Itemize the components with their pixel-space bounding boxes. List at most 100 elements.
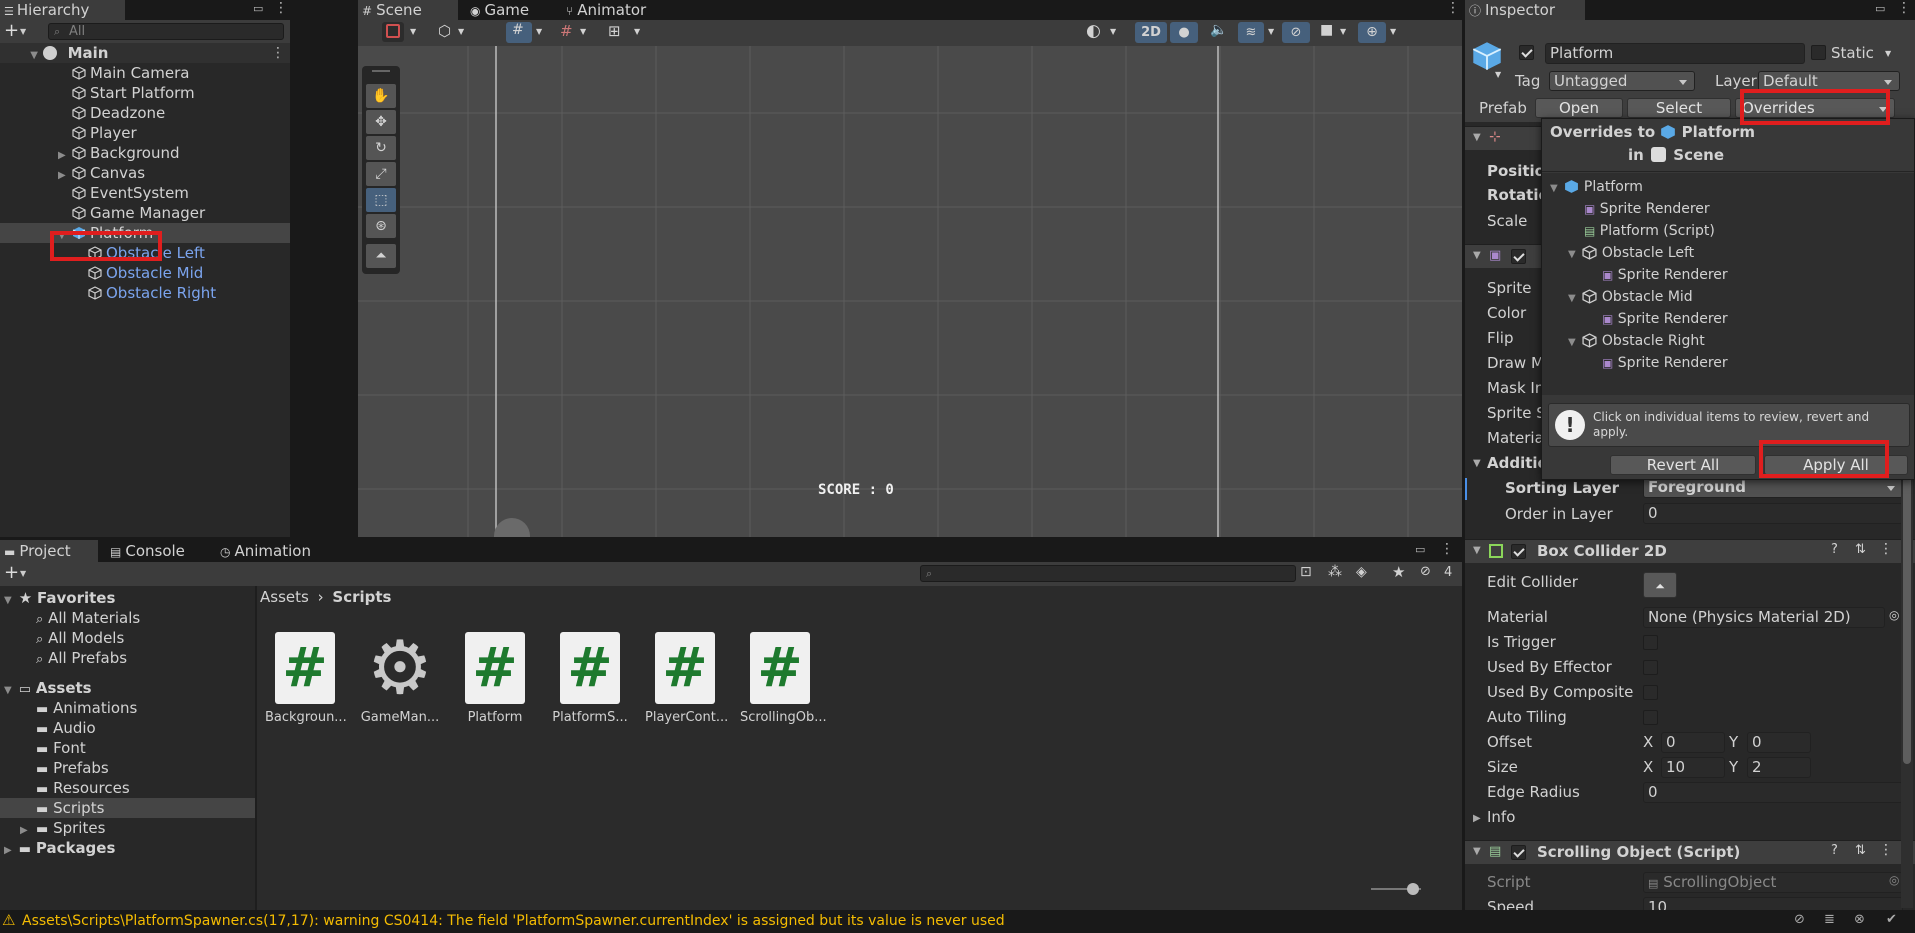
audio-toggle-icon[interactable]: 🔈 [1210, 22, 1227, 38]
chevron-down-icon[interactable]: ▼ [1495, 70, 1501, 79]
active-checkbox[interactable] [1519, 45, 1534, 60]
chevron-down-icon[interactable]: ▼ [410, 27, 416, 36]
debug-icon[interactable]: ⊘ [1794, 912, 1805, 927]
scene-menu-icon[interactable]: ⋮ [271, 43, 285, 63]
tab-animator[interactable]: ⑂ Animator [562, 0, 672, 20]
increment-snap-icon[interactable]: ⊞ [608, 22, 621, 40]
static-checkbox[interactable] [1811, 45, 1826, 60]
hierarchy-lock-icon[interactable]: ▭ [253, 2, 263, 15]
override-item[interactable]: ▼ Obstacle Left [1542, 243, 1914, 263]
collapse-arrow-icon[interactable]: ▼ [1473, 846, 1481, 857]
packages-header[interactable]: ▶ ▬ Packages [0, 838, 255, 858]
inspector-menu-icon[interactable]: ⋮ [1897, 0, 1911, 16]
component-menu-icon[interactable]: ⋮ [1879, 541, 1893, 557]
override-item[interactable]: ▣ Sprite Renderer [1542, 265, 1914, 285]
used-by-composite-checkbox[interactable] [1643, 685, 1658, 700]
hidden-packages-icon[interactable]: ⊘ [1420, 564, 1431, 579]
tab-animation[interactable]: ◷ Animation [216, 540, 326, 560]
check-icon[interactable]: ✔ [1886, 912, 1897, 927]
2d-toggle-button[interactable]: 2D [1135, 22, 1167, 43]
tab-project[interactable]: ▬ Project [0, 540, 98, 562]
hierarchy-item[interactable]: Obstacle Mid [0, 263, 290, 283]
box-collider-enabled-checkbox[interactable] [1511, 544, 1526, 559]
hand-tool-button[interactable]: ✋ [366, 84, 396, 108]
project-menu-icon[interactable]: ⋮ [1440, 541, 1454, 557]
move-tool-button[interactable]: ✥ [366, 110, 396, 134]
favorites-header[interactable]: ▼ ★ Favorites [0, 588, 255, 608]
hierarchy-item[interactable]: Main Camera [0, 63, 290, 83]
scene-menu-icon[interactable]: ⋮ [1446, 0, 1460, 16]
create-plus-icon[interactable]: + [4, 562, 19, 584]
tab-inspector[interactable]: ⓘ Inspector [1465, 0, 1585, 20]
favorites-item[interactable]: ⌕ All Prefabs [0, 648, 255, 668]
component-menu-icon[interactable]: ⋮ [1879, 842, 1893, 858]
collapse-arrow-icon[interactable]: ▼ [1473, 545, 1481, 556]
folder-item[interactable]: ▬ Animations [0, 698, 255, 718]
edge-radius-field[interactable]: 0 [1643, 782, 1903, 803]
scrolling-object-enabled-checkbox[interactable] [1511, 845, 1526, 860]
hierarchy-scene-row[interactable]: ▼ Main ⋮ [0, 43, 290, 63]
tab-game[interactable]: ◉ Game [466, 0, 546, 20]
assets-header[interactable]: ▼ ▭ Assets [0, 678, 255, 698]
edit-collider-button[interactable]: ⏶ [1643, 572, 1677, 598]
project-file[interactable]: # Backgroun... [265, 632, 347, 725]
size-x-field[interactable]: 10 [1661, 757, 1725, 778]
lighting-toggle-button[interactable]: ● [1170, 22, 1198, 43]
speed-field[interactable]: 10 [1643, 897, 1903, 910]
scene-viewport[interactable]: SCORE : 0 [358, 46, 1462, 537]
override-item[interactable]: ▼ Obstacle Right [1542, 331, 1914, 351]
collapse-arrow-icon[interactable]: ▼ [1473, 250, 1481, 261]
project-file[interactable]: # ScrollingOb... [740, 632, 827, 725]
hierarchy-item[interactable]: ▶ Background [0, 143, 290, 163]
hierarchy-item[interactable]: Obstacle Right [0, 283, 290, 303]
chevron-down-icon[interactable]: ▼ [1390, 27, 1396, 36]
project-search-input[interactable]: ⌕ [920, 565, 1296, 582]
chevron-down-icon[interactable]: ▼ [1110, 27, 1116, 36]
rotate-tool-button[interactable]: ↻ [366, 136, 396, 160]
object-picker-icon[interactable]: ◎ [1889, 873, 1899, 887]
expand-arrow-icon[interactable]: ▶ [1473, 813, 1481, 824]
preset-icon[interactable]: ⇅ [1855, 542, 1866, 557]
render-mode-icon[interactable]: ⬡ [438, 22, 451, 40]
search-by-type-icon[interactable]: ⊡ [1300, 564, 1312, 580]
transform-tool-button[interactable]: ⊛ [366, 214, 396, 238]
folder-item[interactable]: ▶ ▬ Sprites [0, 818, 255, 838]
filter-by-label-icon[interactable]: ◈ [1356, 564, 1367, 580]
project-lock-icon[interactable]: ▭ [1415, 543, 1425, 556]
hierarchy-item[interactable]: ▶ Canvas [0, 163, 290, 183]
prefab-select-button[interactable]: Select [1627, 98, 1731, 118]
camera-icon[interactable]: ■ [1320, 22, 1333, 38]
draw-mode-button[interactable] [382, 22, 404, 42]
favorite-star-icon[interactable]: ★ [1392, 563, 1405, 581]
shading-icon[interactable]: ◐ [1086, 21, 1101, 41]
prefab-open-button[interactable]: Open [1535, 98, 1623, 118]
override-item[interactable]: ▤ Platform (Script) [1542, 221, 1914, 241]
project-file[interactable]: # PlatformS... [550, 632, 630, 725]
chevron-down-icon[interactable]: ▼ [536, 27, 542, 36]
physics-material-field[interactable]: None (Physics Material 2D) [1643, 607, 1885, 628]
info-foldout[interactable]: Info [1487, 808, 1515, 826]
effects-toggle-button[interactable]: ≋ [1238, 22, 1264, 43]
scrolling-object-header[interactable]: ▼ ▤ Scrolling Object (Script) ? ⇅ ⋮ [1465, 840, 1915, 864]
hierarchy-item[interactable]: EventSystem [0, 183, 290, 203]
create-plus-icon[interactable]: + [4, 20, 19, 42]
chevron-down-icon[interactable]: ▼ [1885, 49, 1891, 58]
hierarchy-item[interactable]: Start Platform [0, 83, 290, 103]
collapse-arrow-icon[interactable]: ▼ [1473, 132, 1481, 143]
cache-icon[interactable]: ≣ [1824, 912, 1835, 927]
sorting-layer-dropdown[interactable]: Foreground [1643, 477, 1903, 498]
hidden-objects-button[interactable]: ⊘ [1282, 22, 1310, 43]
offset-y-field[interactable]: 0 [1747, 732, 1811, 753]
favorites-item[interactable]: ⌕ All Materials [0, 608, 255, 628]
collapse-arrow-icon[interactable]: ▼ [1473, 458, 1481, 469]
create-dropdown-icon[interactable]: ▼ [20, 569, 26, 578]
scale-tool-button[interactable]: ⤢ [366, 162, 396, 186]
override-item[interactable]: ▼ Platform [1542, 177, 1914, 197]
folder-item[interactable]: ▬ Audio [0, 718, 255, 738]
tab-scene[interactable]: # Scene [358, 0, 458, 20]
custom-tool-button[interactable]: ⏶ [366, 244, 396, 268]
chevron-down-icon[interactable]: ▼ [1340, 27, 1346, 36]
grid-snap-button[interactable]: # [506, 22, 532, 43]
status-message[interactable]: Assets\Scripts\PlatformSpawner.cs(17,17)… [22, 913, 1005, 929]
object-name-field[interactable]: Platform [1545, 43, 1805, 64]
